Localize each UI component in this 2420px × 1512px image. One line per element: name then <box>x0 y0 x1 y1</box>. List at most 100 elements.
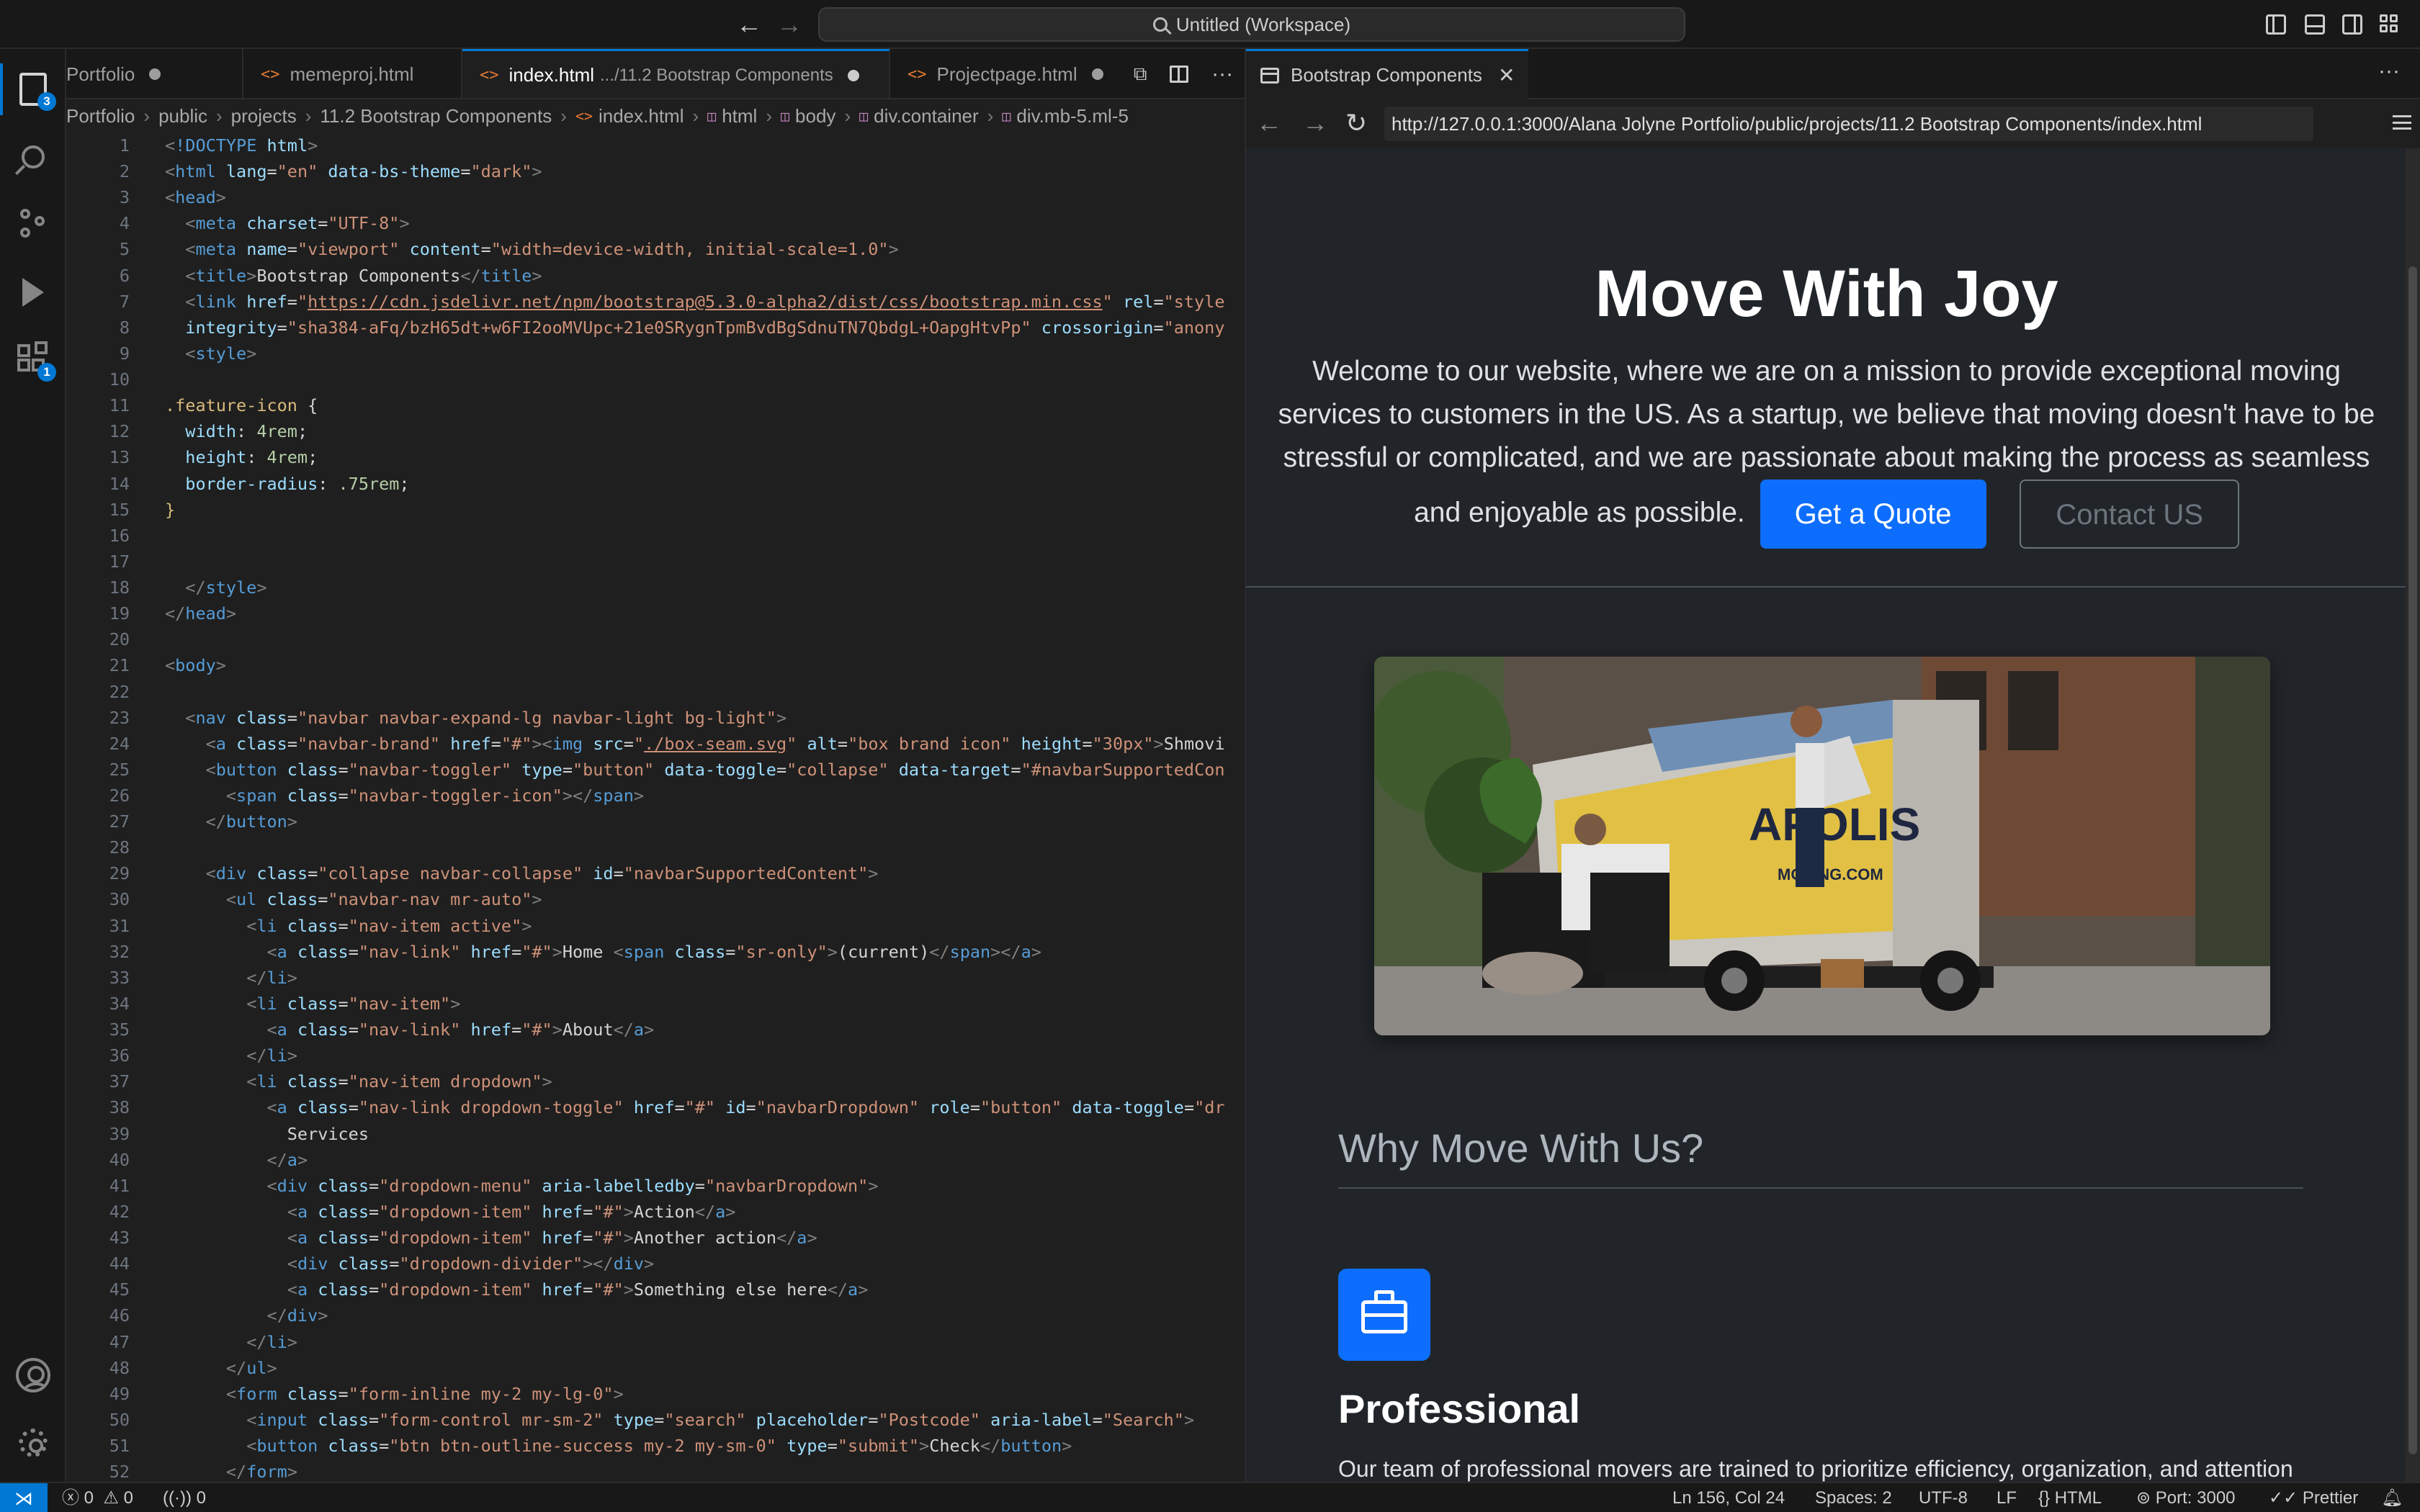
tab-bootstrap-components[interactable]: Bootstrap Components ✕ <box>1246 49 1528 99</box>
ports-indicator[interactable]: ((·)) 0 <box>163 1483 206 1512</box>
breadcrumb-item[interactable]: div.container <box>874 105 979 127</box>
tab-projectpage[interactable]: <> Projectpage.html <box>890 49 1129 98</box>
code-line: 42 <a class="dropdown-item" href="#">Act… <box>66 1199 1245 1225</box>
line-number: 42 <box>109 1201 130 1222</box>
code-text: <a class="nav-link" href="#">About</a> <box>266 1020 655 1040</box>
editor-group: Portfolio <> memeproj.html <> index.html… <box>66 49 1245 1482</box>
breadcrumb-separator-icon: › <box>844 104 851 127</box>
tab-label: Projectpage.html <box>936 63 1077 85</box>
run-debug-button[interactable] <box>0 259 66 325</box>
code-text: <title>Bootstrap Components</title> <box>185 265 542 286</box>
code-text: </style> <box>185 577 267 598</box>
moving-truck-photo: APOLIS MOVING.COM <box>1374 657 2270 1035</box>
end-of-line[interactable]: LF <box>1996 1483 2017 1512</box>
hero-lead: Welcome to our website, where we are on … <box>1275 350 2378 549</box>
breadcrumb-item[interactable]: div.mb-5.ml-5 <box>1016 105 1129 127</box>
problems-indicator[interactable]: ⓧ 0 ⚠ 0 <box>62 1483 133 1512</box>
breadcrumb-item[interactable]: 11.2 Bootstrap Components <box>320 105 552 127</box>
code-text: </li> <box>246 967 297 988</box>
breadcrumb-item[interactable]: projects <box>231 105 297 127</box>
toggle-panel-icon[interactable] <box>2305 14 2325 35</box>
browser-tab-bar: Bootstrap Components ✕ ··· <box>1246 49 2420 99</box>
html-file-icon: <> <box>261 65 280 84</box>
code-text: <li class="nav-item active"> <box>246 915 532 936</box>
tab-memeproj[interactable]: <> memeproj.html <box>243 49 462 98</box>
prettier-status[interactable]: ✓✓ Prettier <box>2269 1483 2358 1512</box>
line-number: 11 <box>109 395 130 416</box>
split-editor-icon[interactable] <box>1170 66 1189 83</box>
close-icon[interactable]: ✕ <box>1498 63 1515 87</box>
breadcrumb-item[interactable]: Portfolio <box>66 105 135 127</box>
code-line: 20 <box>66 626 1245 652</box>
element-icon: ◫ <box>859 107 869 125</box>
code-line: 10 <box>66 366 1245 392</box>
live-server-port[interactable]: ⊚ Port: 3000 <box>2136 1483 2236 1512</box>
breadcrumb-item[interactable]: body <box>795 105 835 127</box>
forward-arrow-icon[interactable]: → <box>775 10 804 39</box>
language-mode[interactable]: {} HTML <box>2038 1483 2102 1512</box>
open-changes-icon[interactable]: ⧉ <box>1134 63 1147 86</box>
customize-layout-icon[interactable] <box>2380 14 2400 35</box>
back-arrow-icon[interactable]: ← <box>735 10 763 39</box>
line-number: 15 <box>109 499 130 520</box>
tab-portfolio[interactable]: Portfolio <box>66 49 243 98</box>
cursor-position[interactable]: Ln 156, Col 24 <box>1672 1483 1785 1512</box>
activity-bar: 3 1 <box>0 49 66 1482</box>
line-number: 27 <box>109 811 130 832</box>
code-line: 4 <meta charset="UTF-8"> <box>66 210 1245 236</box>
code-line: 26 <span class="navbar-toggler-icon"></s… <box>66 783 1245 809</box>
menu-icon[interactable] <box>2393 115 2411 130</box>
extensions-button[interactable]: 1 <box>0 327 66 393</box>
element-icon: ◫ <box>707 107 717 125</box>
tab-index-html[interactable]: <> index.html .../11.2 Bootstrap Compone… <box>462 49 890 98</box>
command-center-search[interactable]: Untitled (Workspace) <box>818 7 1685 42</box>
contact-us-button[interactable]: Contact US <box>2020 480 2239 549</box>
line-number: 5 <box>119 239 130 260</box>
browser-address-bar: ← → ↻ http://127.0.0.1:3000/Alana Jolyne… <box>1246 99 2420 148</box>
line-number: 24 <box>109 733 130 754</box>
code-line: 34 <li class="nav-item"> <box>66 991 1245 1017</box>
line-number: 45 <box>109 1279 130 1300</box>
explorer-badge: 3 <box>37 92 56 111</box>
notifications-bell-icon[interactable]: 🔔︎ <box>2381 1483 2403 1512</box>
reload-icon[interactable]: ↻ <box>1345 108 1367 138</box>
breadcrumb-item[interactable]: index.html <box>599 105 684 127</box>
encoding[interactable]: UTF-8 <box>1919 1483 1968 1512</box>
search-button[interactable] <box>0 124 66 190</box>
code-text: <a class="dropdown-item" href="#">Action… <box>287 1201 736 1222</box>
source-control-button[interactable] <box>0 192 66 258</box>
more-actions-icon[interactable]: ··· <box>2378 59 2400 84</box>
breadcrumb-item[interactable]: html <box>722 105 757 127</box>
more-actions-icon[interactable]: ··· <box>1211 62 1233 86</box>
get-quote-button[interactable]: Get a Quote <box>1760 480 1986 549</box>
browser-scrollbar[interactable] <box>2406 148 2420 1482</box>
line-number: 13 <box>109 447 130 468</box>
code-text: </head> <box>165 603 237 624</box>
breadcrumb: Portfolio › public › projects › 11.2 Bootstrap… <box>66 99 1245 132</box>
code-line: 2 <html lang="en" data-bs-theme="dark"> <box>66 158 1245 184</box>
explorer-button[interactable]: 3 <box>0 56 66 122</box>
indentation[interactable]: Spaces: 2 <box>1815 1483 1892 1512</box>
code-text: <html lang="en" data-bs-theme="dark"> <box>165 161 542 182</box>
toggle-primary-sidebar-icon[interactable] <box>2266 14 2286 35</box>
page-title: Move With Joy <box>1595 257 2058 330</box>
accounts-button[interactable] <box>0 1342 66 1408</box>
breadcrumb-item[interactable]: public <box>158 105 207 127</box>
html-file-icon: <> <box>908 65 927 84</box>
remote-indicator-icon[interactable]: ⋊ <box>0 1483 48 1512</box>
manage-button[interactable] <box>0 1410 66 1476</box>
toggle-secondary-sidebar-icon[interactable] <box>2342 14 2362 35</box>
line-number: 21 <box>109 655 130 676</box>
line-number: 52 <box>109 1462 130 1482</box>
code-text: } <box>165 499 176 520</box>
scrollbar-thumb[interactable] <box>2408 266 2417 1454</box>
forward-icon[interactable]: → <box>1302 108 1328 138</box>
code-text: <!DOCTYPE html> <box>165 135 318 156</box>
url-input[interactable]: http://127.0.0.1:3000/Alana Jolyne Portf… <box>1384 107 2313 141</box>
element-icon: ◫ <box>781 107 790 125</box>
code-text: width: 4rem; <box>185 421 308 442</box>
code-line: 31 <li class="nav-item active"> <box>66 913 1245 939</box>
code-editor[interactable]: 1 <!DOCTYPE html> 2 <html lang="en" data-bs… <box>66 132 1245 1482</box>
back-icon[interactable]: ← <box>1256 108 1282 138</box>
line-number: 31 <box>109 915 130 936</box>
